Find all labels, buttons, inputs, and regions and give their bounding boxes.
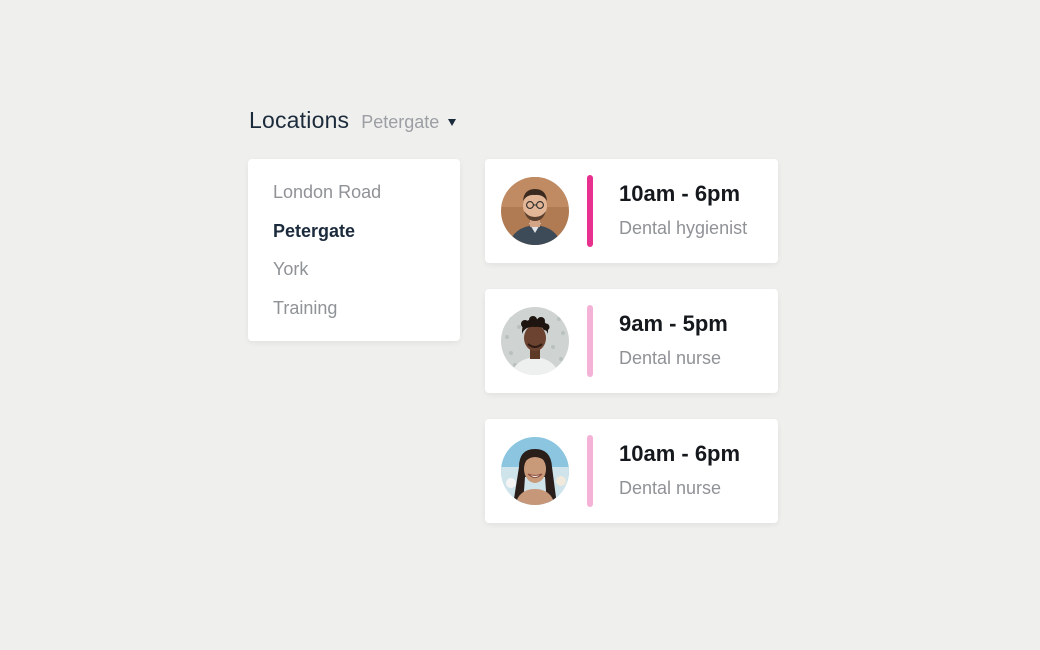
shift-time: 10am - 6pm [619, 441, 741, 466]
shift-role: Dental hygienist [619, 218, 748, 238]
shift-card[interactable]: 10am - 6pm Dental hygienist [485, 159, 778, 263]
avatar-woman-smiling-icon [501, 437, 569, 505]
locations-menu: London Road Petergate York Training [248, 159, 460, 341]
avatar [501, 177, 569, 245]
chevron-down-icon [448, 119, 457, 126]
shift-card[interactable]: 10am - 6pm Dental nurse [485, 419, 778, 523]
page-title: Locations [249, 107, 350, 133]
shift-time: 9am - 5pm [619, 311, 728, 336]
shift-time: 10am - 6pm [619, 181, 741, 206]
avatar [501, 307, 569, 375]
locations-header: Locations Petergate [249, 107, 457, 134]
shift-accent-bar [587, 305, 593, 377]
shift-role: Dental nurse [619, 478, 722, 498]
menu-item-york[interactable]: York [248, 256, 460, 295]
shift-accent-bar [587, 435, 593, 507]
location-dropdown-value: Petergate [361, 112, 440, 132]
shift-card[interactable]: 9am - 5pm Dental nurse [485, 289, 778, 393]
shift-accent-bar [587, 175, 593, 247]
avatar-man-glasses-icon [501, 177, 569, 245]
menu-item-petergate[interactable]: Petergate [248, 218, 460, 257]
location-dropdown[interactable]: Petergate [361, 112, 457, 133]
avatar [501, 437, 569, 505]
menu-item-london-road[interactable]: London Road [248, 179, 460, 218]
menu-item-training[interactable]: Training [248, 295, 460, 334]
shift-role: Dental nurse [619, 348, 722, 368]
avatar-man-curly-hair-icon [501, 307, 569, 375]
